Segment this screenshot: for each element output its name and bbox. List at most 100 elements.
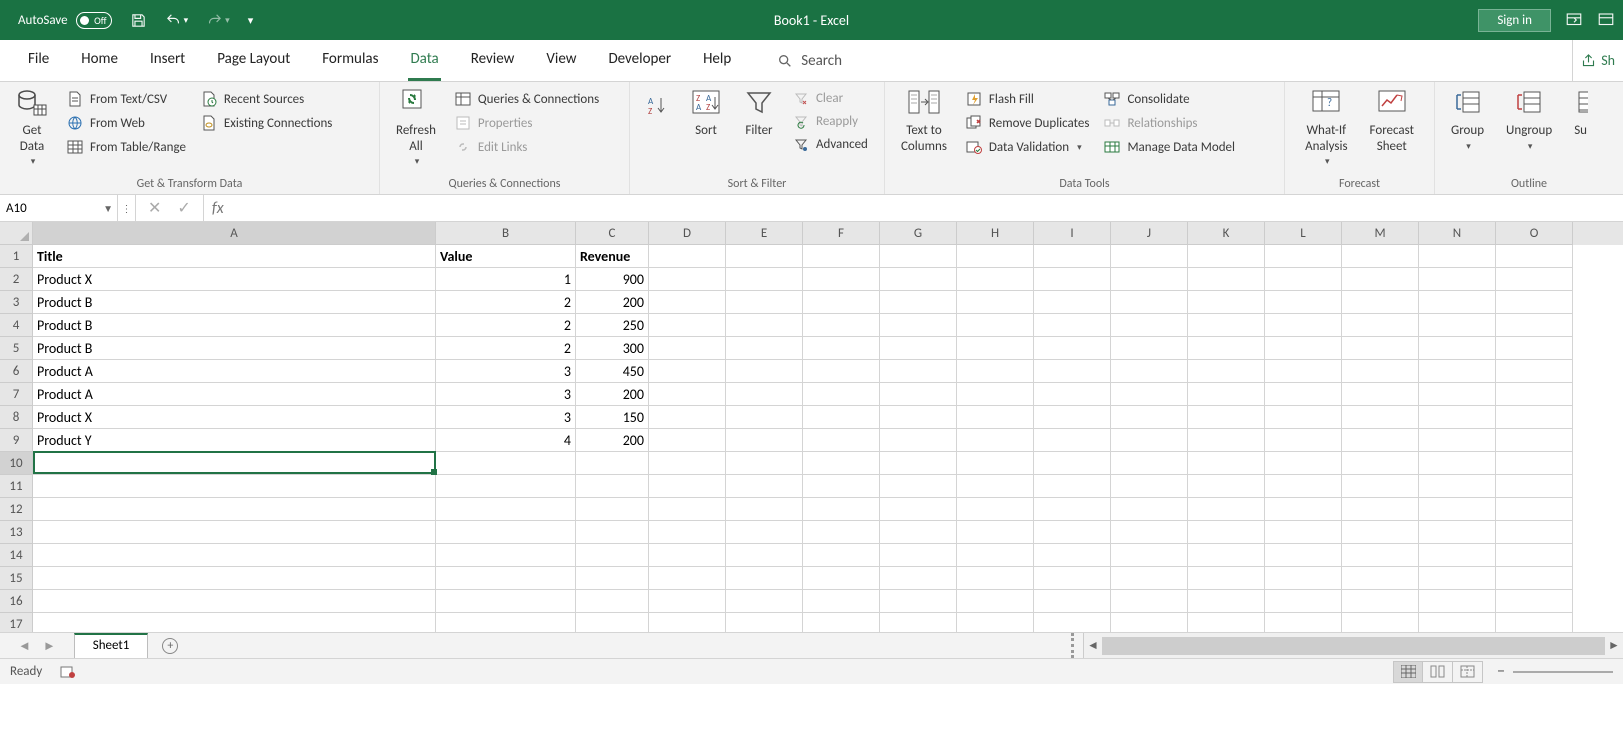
- column-header[interactable]: G: [880, 222, 957, 245]
- row-header[interactable]: 9: [0, 429, 33, 452]
- zoom-out-button[interactable]: −: [1497, 662, 1505, 681]
- row-header[interactable]: 5: [0, 337, 33, 360]
- view-page-layout-button[interactable]: [1423, 661, 1453, 683]
- cell[interactable]: [649, 475, 726, 498]
- cell[interactable]: [1342, 498, 1419, 521]
- macro-record-icon[interactable]: [60, 664, 76, 680]
- cell[interactable]: 3: [436, 406, 576, 429]
- cell[interactable]: [803, 383, 880, 406]
- remove-duplicates-button[interactable]: Remove Duplicates: [963, 114, 1092, 132]
- cell[interactable]: [1034, 406, 1111, 429]
- cell[interactable]: 3: [436, 383, 576, 406]
- cell[interactable]: [1111, 314, 1188, 337]
- cell[interactable]: [1496, 613, 1573, 632]
- cell[interactable]: [957, 314, 1034, 337]
- cell[interactable]: [1342, 590, 1419, 613]
- cell[interactable]: [1419, 590, 1496, 613]
- cell[interactable]: [1111, 337, 1188, 360]
- cell[interactable]: [649, 590, 726, 613]
- cell[interactable]: [1188, 613, 1265, 632]
- name-box-dropdown-icon[interactable]: ▼: [103, 202, 113, 215]
- cell[interactable]: [1188, 268, 1265, 291]
- cell[interactable]: [1034, 291, 1111, 314]
- cell[interactable]: [880, 268, 957, 291]
- cell[interactable]: [576, 452, 649, 475]
- cell[interactable]: 300: [576, 337, 649, 360]
- cell[interactable]: Product Y: [33, 429, 436, 452]
- cell[interactable]: [649, 291, 726, 314]
- cell[interactable]: [1265, 429, 1342, 452]
- cell[interactable]: [957, 406, 1034, 429]
- redo-button[interactable]: ▾: [206, 12, 230, 29]
- row-header[interactable]: 1: [0, 245, 33, 268]
- cell[interactable]: [436, 521, 576, 544]
- refresh-all-button[interactable]: Refresh All ▾: [390, 86, 442, 168]
- cell[interactable]: [1265, 590, 1342, 613]
- cell[interactable]: [880, 613, 957, 632]
- cell[interactable]: [957, 429, 1034, 452]
- row-header[interactable]: 11: [0, 475, 33, 498]
- cell[interactable]: [1111, 521, 1188, 544]
- cell[interactable]: [1419, 268, 1496, 291]
- cell[interactable]: [649, 360, 726, 383]
- cell[interactable]: [1111, 383, 1188, 406]
- minimize-ribbon-icon[interactable]: [1597, 11, 1615, 29]
- cell[interactable]: [726, 613, 803, 632]
- cell[interactable]: 1: [436, 268, 576, 291]
- cell[interactable]: [1188, 314, 1265, 337]
- cell[interactable]: [436, 544, 576, 567]
- cell[interactable]: [957, 291, 1034, 314]
- reapply-button[interactable]: Reapply: [790, 113, 870, 130]
- cell[interactable]: [957, 613, 1034, 632]
- cell[interactable]: [1342, 337, 1419, 360]
- cell[interactable]: [33, 521, 436, 544]
- cell[interactable]: [1342, 452, 1419, 475]
- hscroll-right-icon[interactable]: ►: [1605, 638, 1623, 653]
- cell[interactable]: [957, 268, 1034, 291]
- cell[interactable]: [957, 452, 1034, 475]
- view-page-break-button[interactable]: [1453, 661, 1483, 683]
- cell[interactable]: [803, 429, 880, 452]
- cell[interactable]: [880, 590, 957, 613]
- cell[interactable]: [957, 521, 1034, 544]
- clear-filter-button[interactable]: Clear: [790, 90, 870, 107]
- cell[interactable]: [1265, 521, 1342, 544]
- cell[interactable]: [1419, 475, 1496, 498]
- cell[interactable]: [1111, 452, 1188, 475]
- ribbon-display-options-icon[interactable]: [1565, 11, 1583, 29]
- cell[interactable]: [1188, 475, 1265, 498]
- column-header[interactable]: O: [1496, 222, 1573, 245]
- column-header[interactable]: K: [1188, 222, 1265, 245]
- row-header[interactable]: 15: [0, 567, 33, 590]
- cell[interactable]: 200: [576, 383, 649, 406]
- cell[interactable]: [880, 337, 957, 360]
- cell[interactable]: [576, 567, 649, 590]
- relationships-button[interactable]: Relationships: [1101, 114, 1237, 132]
- cell[interactable]: [436, 452, 576, 475]
- cell[interactable]: [1034, 383, 1111, 406]
- cell[interactable]: [726, 360, 803, 383]
- cell[interactable]: [649, 521, 726, 544]
- cell[interactable]: [726, 452, 803, 475]
- cell[interactable]: [1188, 590, 1265, 613]
- cell[interactable]: [436, 475, 576, 498]
- cell[interactable]: [1265, 268, 1342, 291]
- row-header[interactable]: 2: [0, 268, 33, 291]
- from-text-csv-button[interactable]: From Text/CSV: [64, 90, 188, 108]
- cell[interactable]: [1419, 360, 1496, 383]
- cell[interactable]: 3: [436, 360, 576, 383]
- zoom-slider[interactable]: [1513, 664, 1613, 680]
- cell[interactable]: [726, 590, 803, 613]
- cell[interactable]: [803, 590, 880, 613]
- cell[interactable]: [33, 590, 436, 613]
- cell[interactable]: Value: [436, 245, 576, 268]
- cell[interactable]: [1496, 521, 1573, 544]
- tab-formulas[interactable]: Formulas: [306, 40, 394, 81]
- cell[interactable]: [1188, 406, 1265, 429]
- cell[interactable]: [1265, 613, 1342, 632]
- cell[interactable]: [880, 475, 957, 498]
- cell[interactable]: [880, 383, 957, 406]
- hscroll-left-icon[interactable]: ◄: [1084, 638, 1102, 653]
- cell[interactable]: [649, 498, 726, 521]
- cell[interactable]: [726, 498, 803, 521]
